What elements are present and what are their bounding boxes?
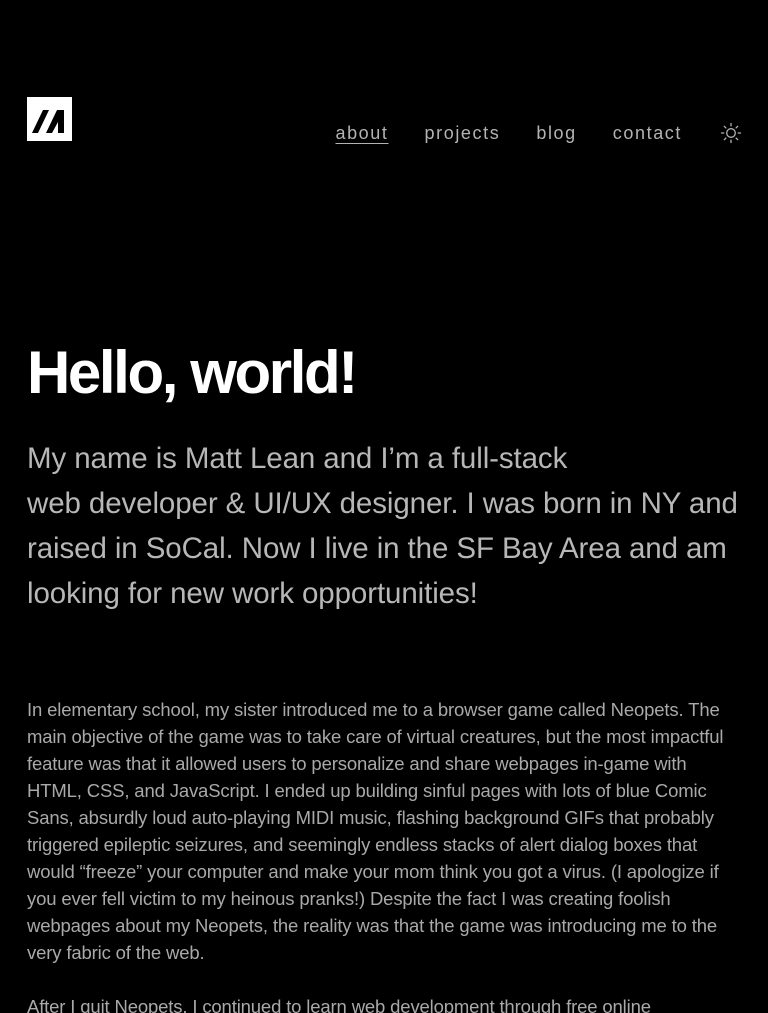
nav-link-blog[interactable]: blog [536,121,576,145]
intro-line-1: My name is Matt Lean and I’m a full-stac… [27,442,568,475]
sun-icon [720,122,742,144]
intro-text: My name is Matt Lean and I’m a full-stac… [27,436,742,616]
about-body: In elementary school, my sister introduc… [27,696,739,1013]
body-paragraph-2: After I quit Neopets, I continued to lea… [27,996,651,1013]
nav-link-projects[interactable]: projects [425,121,501,145]
page: about projects blog contact Hello, world… [0,0,768,1013]
main-nav: about projects blog contact [299,121,742,145]
theme-toggle-button[interactable] [720,122,742,144]
intro-line-rest: web developer & UI/UX designer. I was bo… [27,487,738,610]
body-paragraph-1: In elementary school, my sister introduc… [27,699,724,963]
brand-logo-icon[interactable] [27,97,72,141]
nav-link-contact[interactable]: contact [613,121,682,145]
nav-link-about[interactable]: about [335,121,388,145]
page-title: Hello, world! [27,339,358,406]
